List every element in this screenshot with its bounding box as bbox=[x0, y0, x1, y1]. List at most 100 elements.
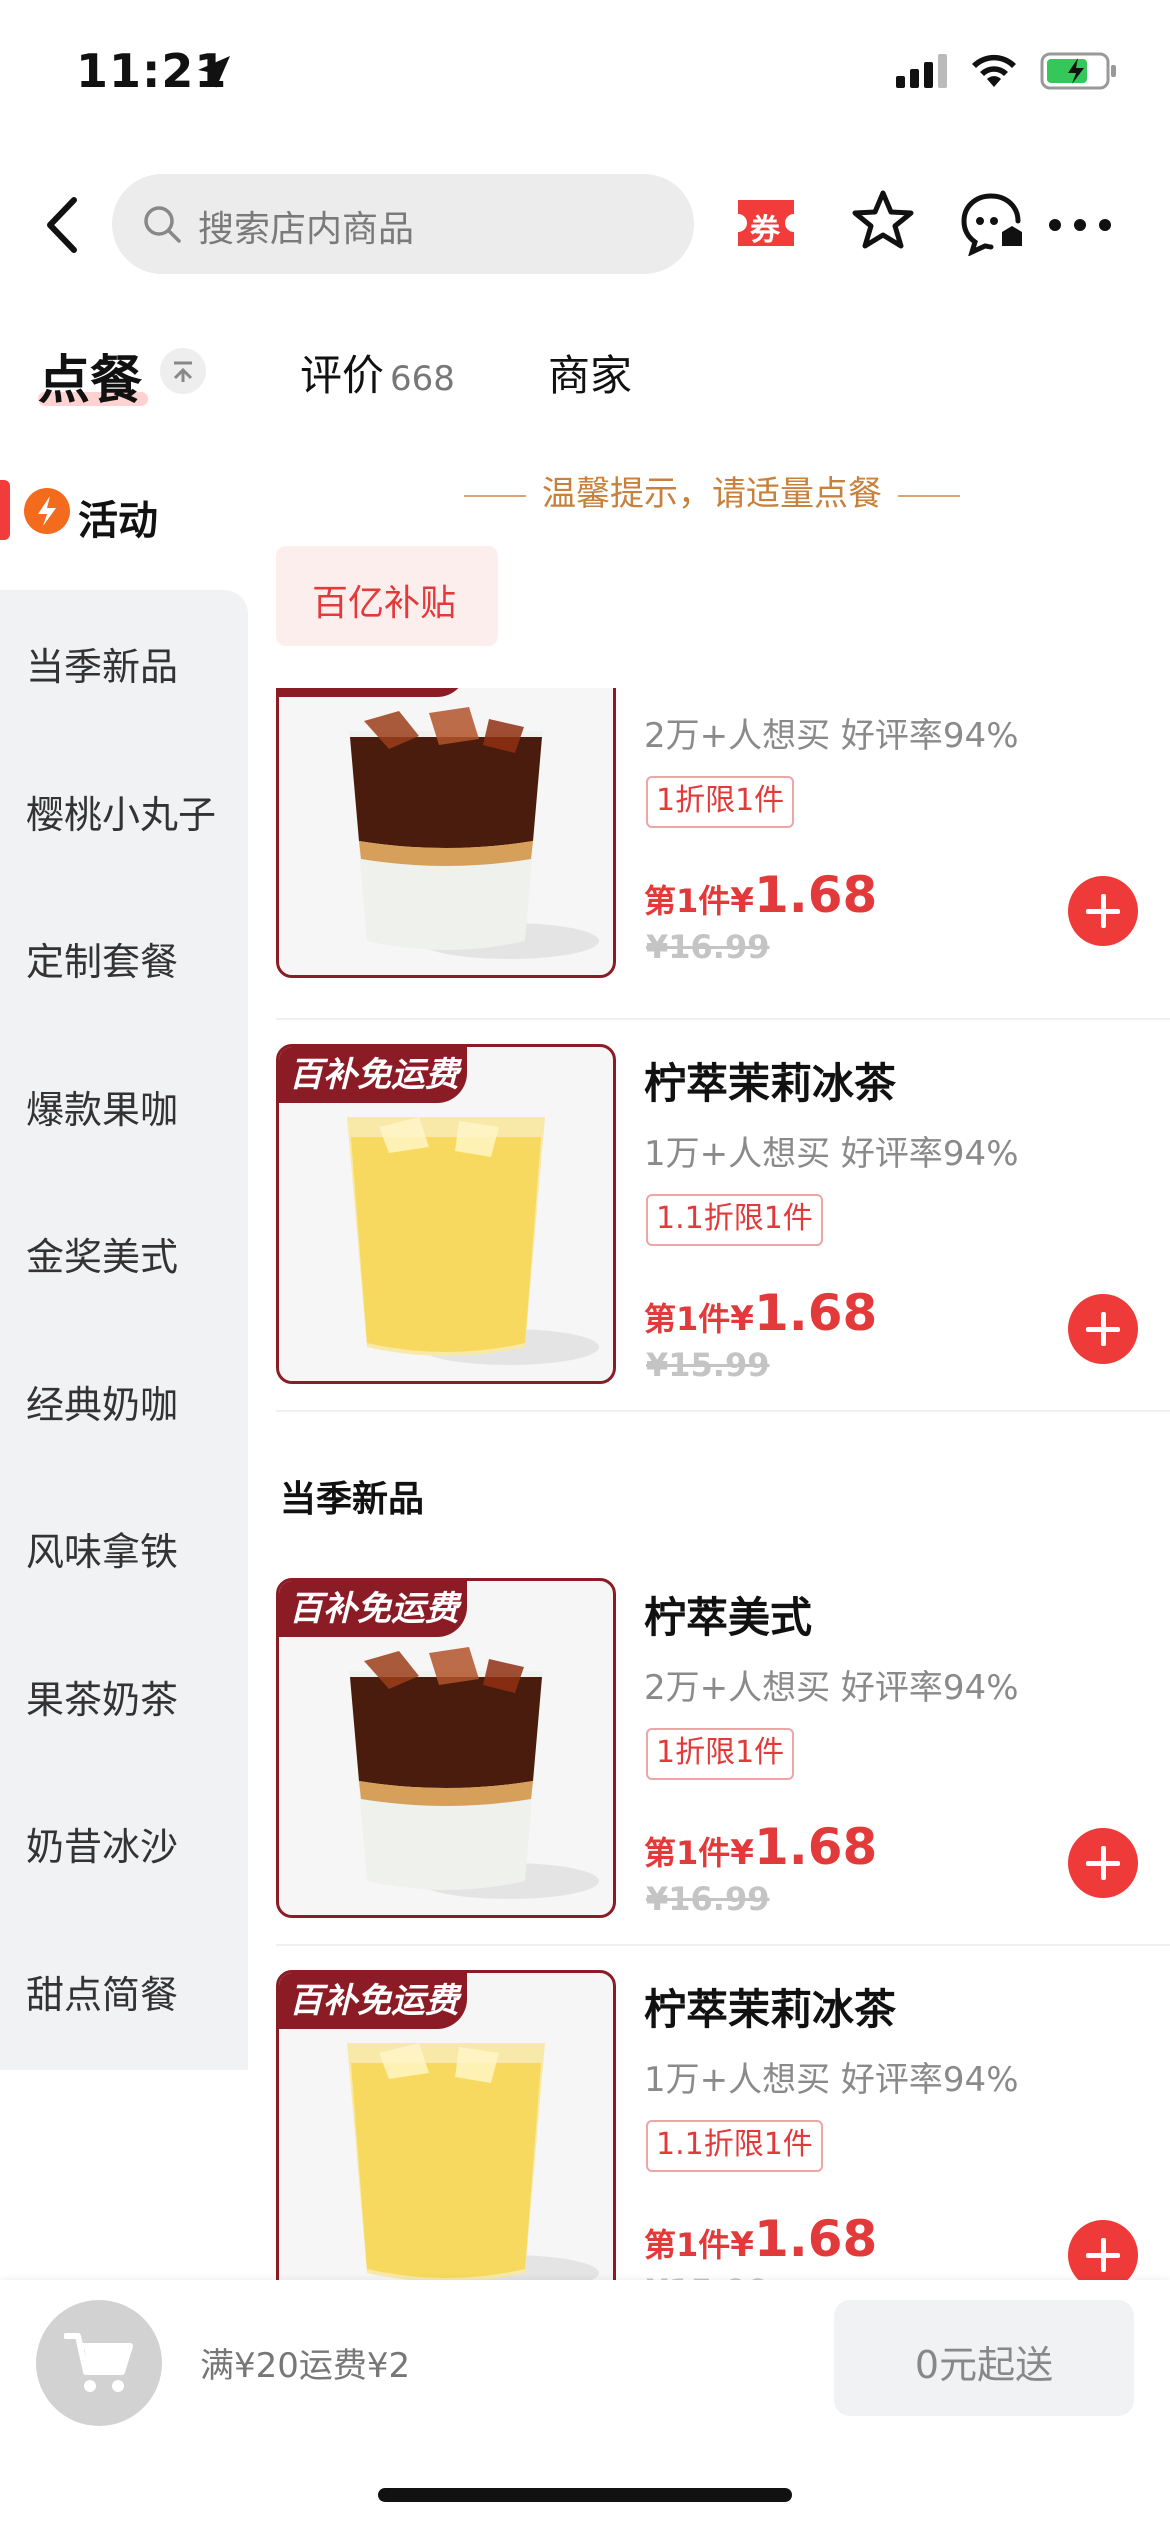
product-meta: 2万+人想买 好评率94% bbox=[644, 1668, 1019, 1708]
product-image[interactable]: 百补免运费 bbox=[276, 688, 616, 978]
coupon-icon[interactable]: 券 bbox=[734, 196, 798, 250]
sidebar-item[interactable]: 风味拿铁 bbox=[0, 1475, 248, 1623]
product-price: 第1件¥1.68 bbox=[644, 866, 877, 924]
product-meta: 1万+人想买 好评率94% bbox=[644, 2060, 1019, 2100]
price-prefix: 第1件 bbox=[644, 882, 731, 920]
tab-order[interactable]: 点餐 bbox=[38, 338, 142, 413]
active-indicator bbox=[0, 480, 10, 540]
product-name: 柠萃茉莉冰茶 bbox=[644, 1985, 897, 2034]
price-prefix: 第1件 bbox=[644, 2226, 731, 2264]
back-arrow-icon[interactable] bbox=[34, 190, 94, 260]
divider bbox=[276, 1018, 1170, 1020]
price-currency: ¥ bbox=[730, 881, 754, 921]
search-icon bbox=[144, 206, 181, 243]
tip-banner: 温馨提示，请适量点餐 bbox=[272, 466, 1152, 515]
sidebar-item[interactable]: 爆款果咖 bbox=[0, 1033, 248, 1181]
sidebar-item[interactable]: 当季新品 bbox=[0, 590, 248, 738]
divider bbox=[276, 1944, 1170, 1946]
tip-divider bbox=[464, 494, 526, 497]
product-name: 柠萃美式 bbox=[644, 1593, 813, 1642]
more-icon[interactable] bbox=[1048, 218, 1112, 232]
product-price: 第1件¥1.68 bbox=[644, 1818, 877, 1876]
customer-service-icon[interactable] bbox=[958, 190, 1024, 256]
status-bar: 11:21 bbox=[0, 0, 1170, 150]
price-currency: ¥ bbox=[730, 1299, 754, 1339]
discount-tag: 1.1折限1件 bbox=[646, 2120, 823, 2172]
add-to-cart-button[interactable] bbox=[1068, 876, 1138, 946]
sidebar-item[interactable]: 樱桃小丸子 bbox=[0, 738, 248, 886]
subsidy-chip[interactable]: 百亿补贴 bbox=[276, 546, 498, 646]
discount-tag: 1折限1件 bbox=[646, 776, 795, 828]
status-icons bbox=[896, 52, 1118, 90]
sidebar-item[interactable]: 金奖美式 bbox=[0, 1180, 248, 1328]
price-value: 1.68 bbox=[753, 1284, 878, 1342]
product-image[interactable]: 百补免运费 bbox=[276, 1578, 616, 1918]
product-name: 柠萃美式 bbox=[644, 641, 813, 690]
original-price: ¥16.99 bbox=[646, 928, 770, 966]
store-tabs: 点餐 评价 668 商家 bbox=[0, 320, 1170, 420]
discount-tag: 1折限1件 bbox=[646, 1728, 795, 1780]
add-to-cart-button[interactable] bbox=[1068, 2220, 1138, 2280]
tip-divider bbox=[898, 494, 960, 497]
signal-icon bbox=[896, 54, 947, 88]
sidebar-item-activity[interactable]: 活动 bbox=[0, 450, 248, 590]
cart-button[interactable] bbox=[36, 2300, 162, 2426]
sidebar-item[interactable]: 果茶奶茶 bbox=[0, 1623, 248, 1771]
product-card[interactable]: 百补免运费 柠萃茉莉冰茶 1万+人想买 好评率94% 1.1折限1件 第1件¥1… bbox=[276, 1970, 1170, 2280]
coupon-label: 券 bbox=[750, 213, 780, 248]
collapse-icon[interactable] bbox=[160, 348, 206, 394]
price-value: 1.68 bbox=[753, 2210, 878, 2268]
product-meta: 2万+人想买 好评率94% bbox=[644, 716, 1019, 756]
price-prefix: 第1件 bbox=[644, 1834, 731, 1872]
iced-tea-image bbox=[347, 2043, 599, 2280]
price-value: 1.68 bbox=[753, 1818, 878, 1876]
sidebar-item-label: 活动 bbox=[78, 498, 158, 544]
divider bbox=[276, 1410, 1170, 1412]
product-image[interactable]: 百补免运费 bbox=[276, 1044, 616, 1384]
product-meta: 1万+人想买 好评率94% bbox=[644, 1134, 1019, 1174]
category-sidebar: 活动 当季新品 樱桃小丸子 定制套餐 爆款果咖 金奖美式 经典奶咖 风味拿铁 果… bbox=[0, 450, 248, 2270]
delivery-fee-text: 满¥20运费¥2 bbox=[200, 2346, 411, 2386]
location-arrow-icon bbox=[198, 56, 230, 88]
battery-icon bbox=[1040, 52, 1116, 90]
lightning-icon bbox=[24, 488, 70, 534]
store-header: 搜索店内商品 券 bbox=[0, 160, 1170, 290]
home-indicator bbox=[378, 2488, 792, 2502]
shopping-cart-icon bbox=[64, 2333, 133, 2392]
sidebar-item[interactable]: 经典奶咖 bbox=[0, 1328, 248, 1476]
price-prefix: 第1件 bbox=[644, 1300, 731, 1338]
iced-coffee-image bbox=[349, 707, 599, 959]
add-to-cart-button[interactable] bbox=[1068, 1294, 1138, 1364]
product-price: 第1件¥1.68 bbox=[644, 1284, 877, 1342]
tab-merchant[interactable]: 商家 bbox=[548, 342, 632, 403]
product-card[interactable]: 百补免运费 柠萃美式 2万+人想买 好评率94% 1折限1件 第1件¥1.68 … bbox=[276, 688, 1170, 1002]
sidebar-item[interactable]: 定制套餐 bbox=[0, 885, 248, 1033]
add-to-cart-button[interactable] bbox=[1068, 1828, 1138, 1898]
favorite-star-icon[interactable] bbox=[850, 188, 916, 254]
original-price: ¥15.99 bbox=[646, 1346, 770, 1384]
original-price: ¥16.99 bbox=[646, 1880, 770, 1918]
product-card[interactable]: 百补免运费 柠萃茉莉冰茶 1万+人想买 好评率94% 1.1折限1件 第1件¥1… bbox=[276, 1044, 1170, 1404]
tab-review[interactable]: 评价 668 bbox=[300, 342, 455, 403]
min-order-label: 0元起送 bbox=[914, 2343, 1054, 2387]
price-currency: ¥ bbox=[730, 2225, 754, 2265]
product-image[interactable]: 百补免运费 bbox=[276, 1970, 616, 2280]
sidebar-item[interactable]: 甜点简餐 bbox=[0, 1918, 248, 2066]
price-currency: ¥ bbox=[730, 1833, 754, 1873]
wifi-icon bbox=[972, 54, 1016, 87]
min-order-button[interactable]: 0元起送 bbox=[834, 2300, 1134, 2416]
product-name: 柠萃茉莉冰茶 bbox=[644, 1059, 897, 1108]
product-card[interactable]: 百补免运费 柠萃美式 2万+人想买 好评率94% 1折限1件 第1件¥1.68 … bbox=[276, 1578, 1170, 1938]
discount-tag: 1.1折限1件 bbox=[646, 1194, 823, 1246]
sidebar-item[interactable]: 奶昔冰沙 bbox=[0, 1770, 248, 1918]
sidebar-list: 当季新品 樱桃小丸子 定制套餐 爆款果咖 金奖美式 经典奶咖 风味拿铁 果茶奶茶… bbox=[0, 590, 248, 2070]
search-input[interactable]: 搜索店内商品 bbox=[112, 174, 694, 274]
section-title: 当季新品 bbox=[280, 1479, 425, 1520]
product-price: 第1件¥1.68 bbox=[644, 2210, 877, 2268]
tab-review-label: 评价 bbox=[300, 351, 385, 400]
subsidy-chip-label: 百亿补贴 bbox=[312, 583, 457, 624]
review-count: 668 bbox=[390, 359, 455, 399]
original-price: ¥15.99 bbox=[646, 2272, 769, 2280]
iced-tea-image bbox=[347, 1117, 599, 1365]
tip-text: 温馨提示，请适量点餐 bbox=[542, 474, 882, 514]
